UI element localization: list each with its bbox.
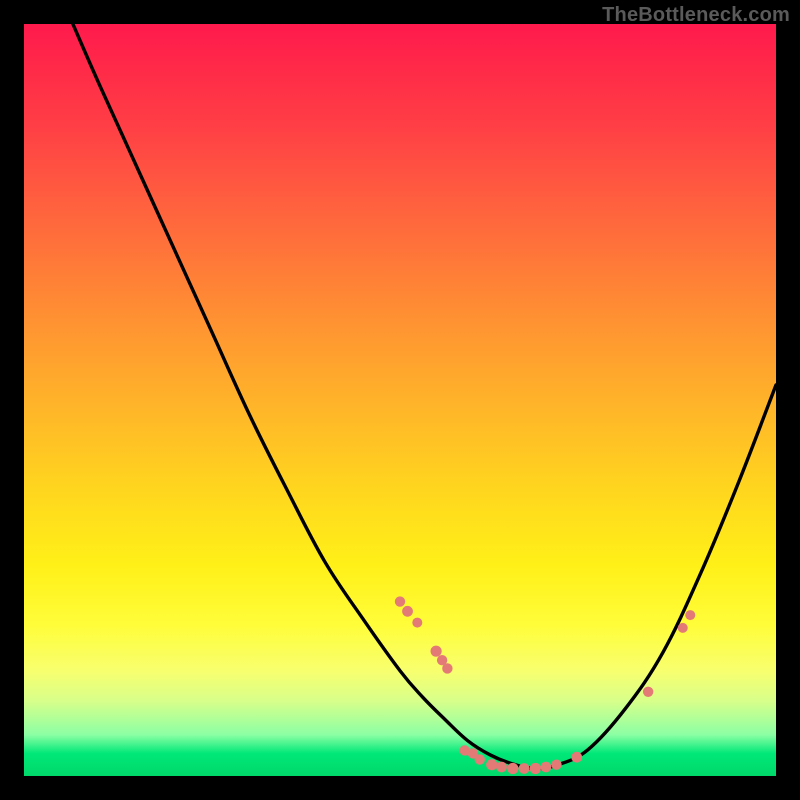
- bottleneck-curve: [73, 24, 776, 769]
- curve-marker: [540, 762, 551, 773]
- curve-marker: [530, 763, 541, 774]
- chart-frame: [24, 24, 776, 776]
- curve-marker: [412, 618, 422, 628]
- curve-markers-group: [395, 596, 695, 774]
- curve-marker: [551, 760, 561, 770]
- curve-marker: [442, 663, 452, 673]
- curve-marker: [486, 759, 497, 770]
- curve-marker: [395, 596, 405, 606]
- chart-overlay-svg: [24, 24, 776, 776]
- curve-marker: [431, 646, 442, 657]
- curve-marker: [507, 763, 518, 774]
- curve-marker: [678, 623, 688, 633]
- curve-marker: [519, 763, 530, 774]
- curve-marker: [685, 610, 695, 620]
- curve-marker: [496, 762, 507, 773]
- curve-marker: [643, 687, 653, 697]
- curve-marker: [402, 606, 413, 617]
- curve-marker: [571, 752, 582, 763]
- curve-marker: [475, 754, 485, 764]
